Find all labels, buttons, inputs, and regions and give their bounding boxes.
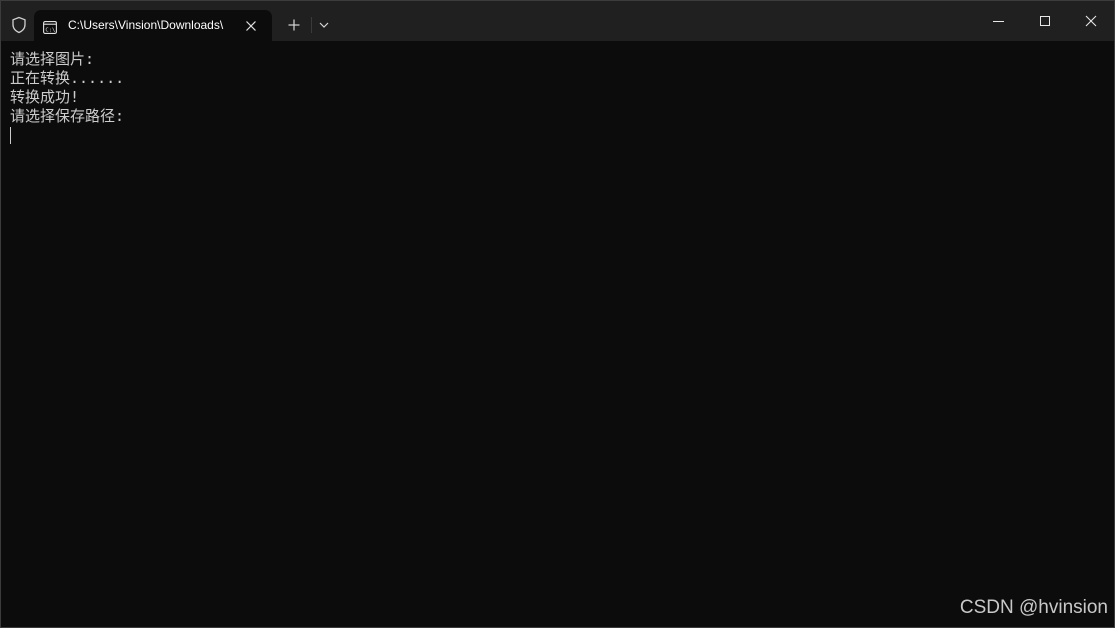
maximize-button[interactable]	[1022, 1, 1068, 41]
terminal-icon: C:\	[43, 19, 57, 34]
tab-divider	[311, 17, 312, 33]
input-line[interactable]	[10, 126, 1114, 145]
close-window-button[interactable]	[1068, 1, 1114, 41]
minimize-icon	[993, 21, 1004, 22]
text-cursor	[10, 127, 11, 144]
minimize-button[interactable]	[976, 1, 1022, 41]
plus-icon[interactable]	[284, 15, 304, 35]
tab-title: C:\Users\Vinsion\Downloads\	[68, 18, 224, 32]
output-line: 请选择保存路径:	[10, 107, 125, 125]
title-bar[interactable]: C:\ C:\Users\Vinsion\Downloads\	[1, 1, 1114, 41]
output-line: 正在转换......	[10, 69, 125, 87]
watermark: CSDN @hvinsion	[959, 597, 1108, 618]
shield-icon[interactable]	[10, 16, 28, 34]
close-icon[interactable]	[243, 18, 259, 34]
tab-active[interactable]: C:\ C:\Users\Vinsion\Downloads\	[34, 10, 272, 41]
terminal-output[interactable]: 请选择图片: 正在转换...... 转换成功! 请选择保存路径:	[1, 41, 1114, 627]
output-line: 请选择图片:	[10, 50, 95, 68]
chevron-down-icon[interactable]	[315, 15, 333, 35]
maximize-icon	[1040, 16, 1050, 26]
terminal-window: C:\ C:\Users\Vinsion\Downloads\ 请选择图片: 正…	[0, 0, 1115, 628]
close-icon	[1085, 15, 1097, 27]
svg-text:C:\: C:\	[45, 27, 55, 33]
output-line: 转换成功!	[10, 88, 80, 106]
